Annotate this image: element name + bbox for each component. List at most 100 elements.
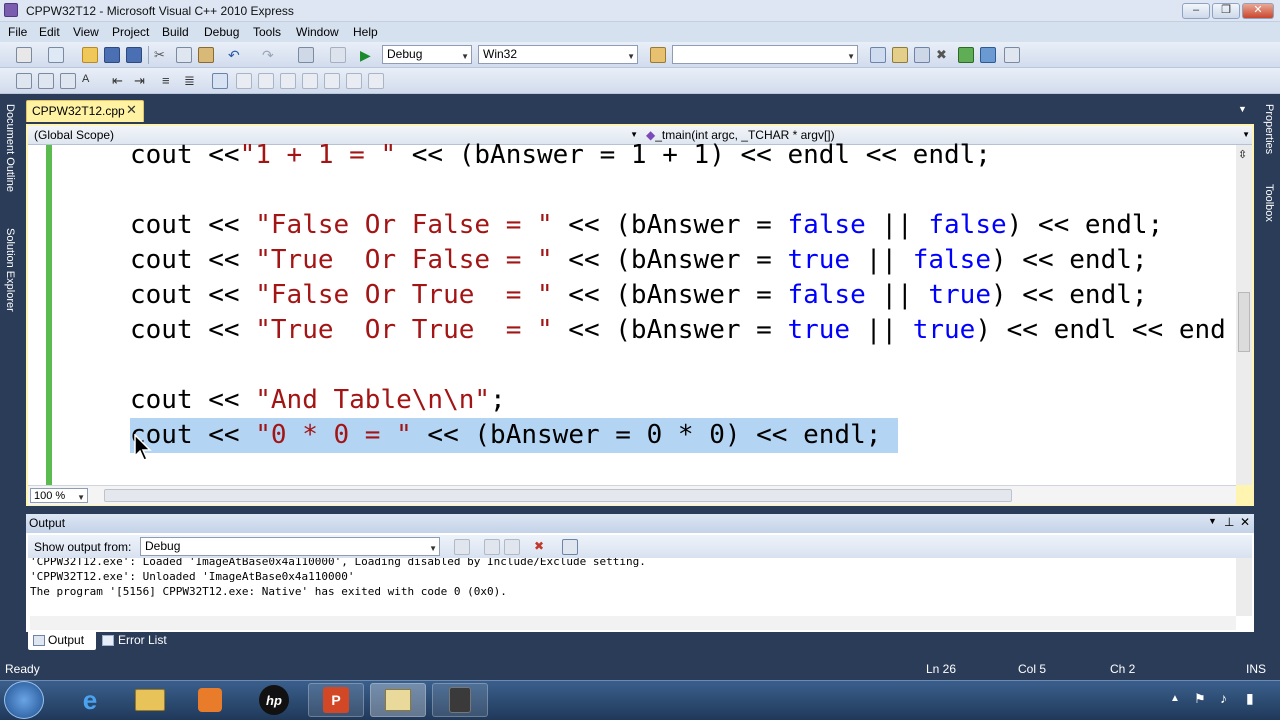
chevron-down-icon[interactable]: ▼ [1208,516,1217,526]
toggle-word-wrap-icon[interactable] [562,539,578,555]
maximize-button[interactable]: ❐ [1212,3,1240,19]
clear-all-icon[interactable]: ✖ [534,539,550,555]
complete-word-icon[interactable]: A [82,73,98,89]
show-hidden-icons-icon[interactable]: ▲ [1170,693,1180,704]
config-value: Debug [387,47,423,61]
menu-view[interactable]: View [73,25,99,39]
document-outline-tab[interactable]: Document Outline [4,104,16,192]
menu-edit[interactable]: Edit [39,25,60,39]
menu-tools[interactable]: Tools [253,25,281,39]
camtasia-icon[interactable] [432,683,488,717]
previous-bookmark-icon[interactable] [236,73,252,89]
paste-icon[interactable] [198,47,214,63]
solution-explorer-icon[interactable] [870,47,886,63]
code-token: ; [490,385,506,415]
power-icon[interactable]: ▮ [1246,690,1254,707]
code-token: cout << [130,245,256,275]
find-in-files-icon[interactable] [650,47,666,63]
output-window-icon[interactable] [1004,47,1020,63]
next-bookmark-document-icon[interactable] [346,73,362,89]
windows-explorer-icon[interactable] [122,683,178,717]
close-button[interactable]: ✕ [1242,3,1274,19]
copy-icon[interactable] [176,47,192,63]
visual-cpp-icon[interactable] [370,683,426,717]
horizontal-scroll-thumb[interactable] [104,489,1012,502]
solution-explorer-tab[interactable]: Solution Explorer [4,228,16,312]
toolbox-tab[interactable]: Toolbox [1263,184,1275,222]
previous-bookmark-folder-icon[interactable] [280,73,296,89]
next-message-icon[interactable] [504,539,520,555]
quick-info-icon[interactable] [60,73,76,89]
increase-indent-icon[interactable]: ⇥ [134,73,150,89]
menu-project[interactable]: Project [112,25,149,39]
navigate-forward-icon[interactable] [330,47,346,63]
undo-icon[interactable]: ↶ [228,47,244,63]
scope-value: (Global Scope) [34,128,115,142]
zoom-combo[interactable]: 100 % ▼ [30,488,88,503]
chevron-down-icon[interactable]: ▼ [1238,104,1247,114]
config-combo[interactable]: Debug ▼ [382,45,472,64]
previous-message-icon[interactable] [484,539,500,555]
menu-window[interactable]: Window [296,25,339,39]
start-debugging-icon[interactable]: ▶ [360,47,376,63]
menu-debug[interactable]: Debug [204,25,239,39]
code-token: cout << [130,315,256,345]
comment-icon[interactable]: ≡ [162,73,178,89]
next-bookmark-icon[interactable] [258,73,274,89]
hp-icon[interactable]: hp [246,683,302,717]
menu-build[interactable]: Build [162,25,189,39]
toolbox-icon[interactable]: ✖ [936,47,952,63]
save-all-icon[interactable] [126,47,142,63]
output-text[interactable]: 'CPPW32T12.exe': Loaded 'ImageAtBase0x4a… [30,558,1236,616]
code-line: cout << "True Or True = " << (bAnswer = … [130,313,1226,348]
properties-tab[interactable]: Properties [1263,104,1275,154]
chevron-down-icon: ▼ [461,52,469,61]
find-combo[interactable]: ▼ [672,45,858,64]
find-message-icon[interactable] [454,539,470,555]
code-line: cout << "False Or True = " << (bAnswer =… [130,278,1148,313]
next-bookmark-folder-icon[interactable] [302,73,318,89]
code-token: cout << [130,280,256,310]
close-icon[interactable]: ✕ [1240,515,1250,529]
clear-bookmarks-icon[interactable] [368,73,384,89]
media-player-icon[interactable] [182,683,238,717]
navigate-back-icon[interactable] [298,47,314,63]
open-file-icon[interactable] [82,47,98,63]
output-line: 'CPPW32T12.exe': Unloaded 'ImageAtBase0x… [30,570,355,583]
string-literal: "1 + 1 = " [239,140,397,170]
minimize-button[interactable]: ‒ [1182,3,1210,19]
output-vertical-scrollbar[interactable] [1236,558,1252,616]
object-browser-icon[interactable] [914,47,930,63]
start-page-icon[interactable] [958,47,974,63]
platform-combo[interactable]: Win32 ▼ [478,45,638,64]
network-icon[interactable]: ⚑ [1194,691,1206,707]
start-button-icon[interactable] [4,681,44,719]
output-horizontal-scrollbar[interactable] [30,616,1236,630]
cut-icon[interactable]: ✂ [154,47,170,63]
toggle-bookmark-icon[interactable] [212,73,228,89]
uncomment-icon[interactable]: ≣ [184,73,200,89]
code-token: << (bAnswer = [552,315,788,345]
internet-explorer-icon[interactable]: e [62,683,118,717]
add-item-icon[interactable] [48,47,64,63]
code-token: ) << endl << end [975,315,1226,345]
output-source-value: Debug [145,539,181,553]
properties-icon[interactable] [892,47,908,63]
pin-icon[interactable]: ⊥ [1224,515,1234,529]
menu-help[interactable]: Help [353,25,378,39]
powerpoint-icon[interactable]: P [308,683,364,717]
split-icon[interactable]: ⇳ [1238,148,1247,161]
extension-manager-icon[interactable] [980,47,996,63]
previous-bookmark-document-icon[interactable] [324,73,340,89]
display-object-member-list-icon[interactable] [16,73,32,89]
close-tab-icon[interactable]: ✕ [126,102,137,118]
vertical-scroll-thumb[interactable] [1238,292,1250,352]
save-icon[interactable] [104,47,120,63]
output-source-combo[interactable]: Debug ▼ [140,537,440,556]
decrease-indent-icon[interactable]: ⇤ [112,73,128,89]
parameter-info-icon[interactable] [38,73,54,89]
volume-icon[interactable]: ♪ [1220,690,1227,706]
new-project-icon[interactable] [16,47,32,63]
menu-file[interactable]: File [8,25,27,39]
redo-icon[interactable]: ↷ [262,47,278,63]
